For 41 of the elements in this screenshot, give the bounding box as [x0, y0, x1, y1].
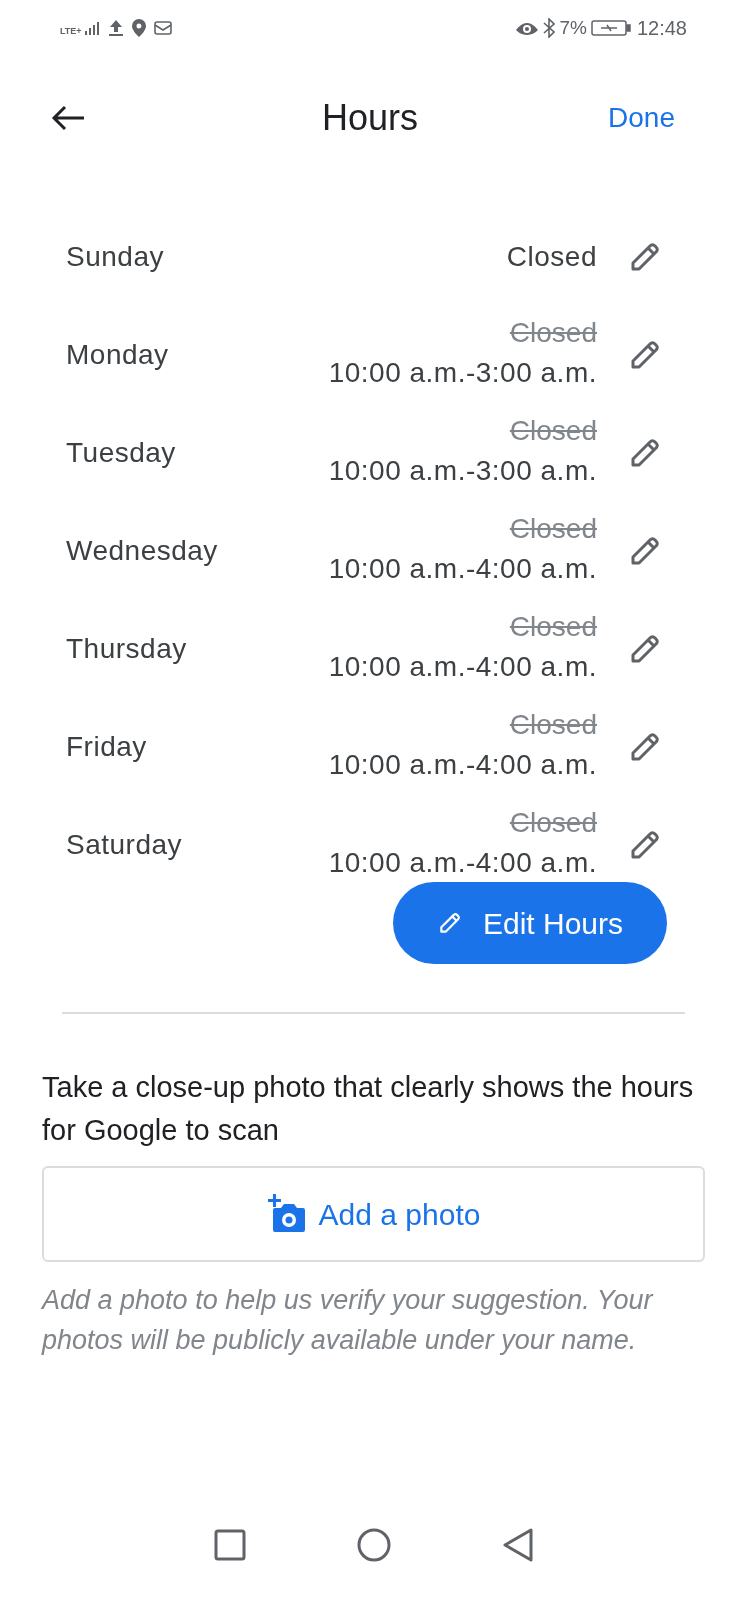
day-hours: 10:00 a.m.-4:00 a.m. [328, 846, 597, 880]
day-hours: 10:00 a.m.-4:00 a.m. [328, 748, 597, 782]
upload-icon [107, 19, 124, 37]
add-photo-button[interactable]: Add a photo [42, 1166, 705, 1262]
previous-hours: Closed [509, 414, 597, 448]
network-label: LTE+ [60, 27, 82, 36]
photo-prompt: Take a close-up photo that clearly shows the hours for Google to scan [42, 1070, 695, 1148]
back-arrow-icon [51, 105, 85, 131]
add-camera-icon [266, 1194, 307, 1234]
eye-icon [515, 20, 540, 36]
day-name: Thursday [66, 632, 187, 666]
edit-hours-button[interactable]: Edit Hours [393, 882, 667, 964]
day-hours: 10:00 a.m.-4:00 a.m. [328, 650, 597, 684]
mail-icon [153, 21, 172, 35]
day-hours: 10:00 a.m.-4:00 a.m. [328, 552, 597, 586]
location-pin-icon [131, 19, 146, 37]
day-name: Friday [66, 730, 147, 764]
previous-hours: Closed [509, 512, 597, 546]
back-nav-icon[interactable] [501, 1528, 534, 1562]
day-name: Wednesday [66, 534, 218, 568]
recent-apps-icon[interactable] [213, 1529, 246, 1561]
day-name: Sunday [66, 240, 164, 274]
status-time: 12:48 [636, 16, 687, 41]
day-name: Saturday [66, 828, 183, 862]
day-name: Monday [66, 338, 169, 372]
previous-hours: Closed [509, 708, 597, 742]
previous-hours: Closed [509, 806, 597, 840]
day-hours: 10:00 a.m.-3:00 a.m. [328, 356, 597, 390]
day-hours: 10:00 a.m.-3:00 a.m. [328, 454, 597, 488]
page-title: Hours [322, 96, 419, 140]
photo-note: Add a photo to help us verify your suggestion. Your photos will be publicly available under your name. [42, 1284, 655, 1357]
day-name: Tuesday [66, 436, 176, 470]
day-hours: Closed [506, 240, 597, 274]
done-button[interactable]: Done [608, 97, 675, 139]
signal-icon [83, 20, 100, 36]
battery-charging-icon [590, 19, 631, 37]
previous-hours: Closed [509, 316, 597, 350]
home-icon[interactable] [355, 1527, 392, 1563]
bluetooth-icon [543, 18, 556, 38]
previous-hours: Closed [509, 610, 597, 644]
battery-percent: 7% [559, 15, 587, 40]
